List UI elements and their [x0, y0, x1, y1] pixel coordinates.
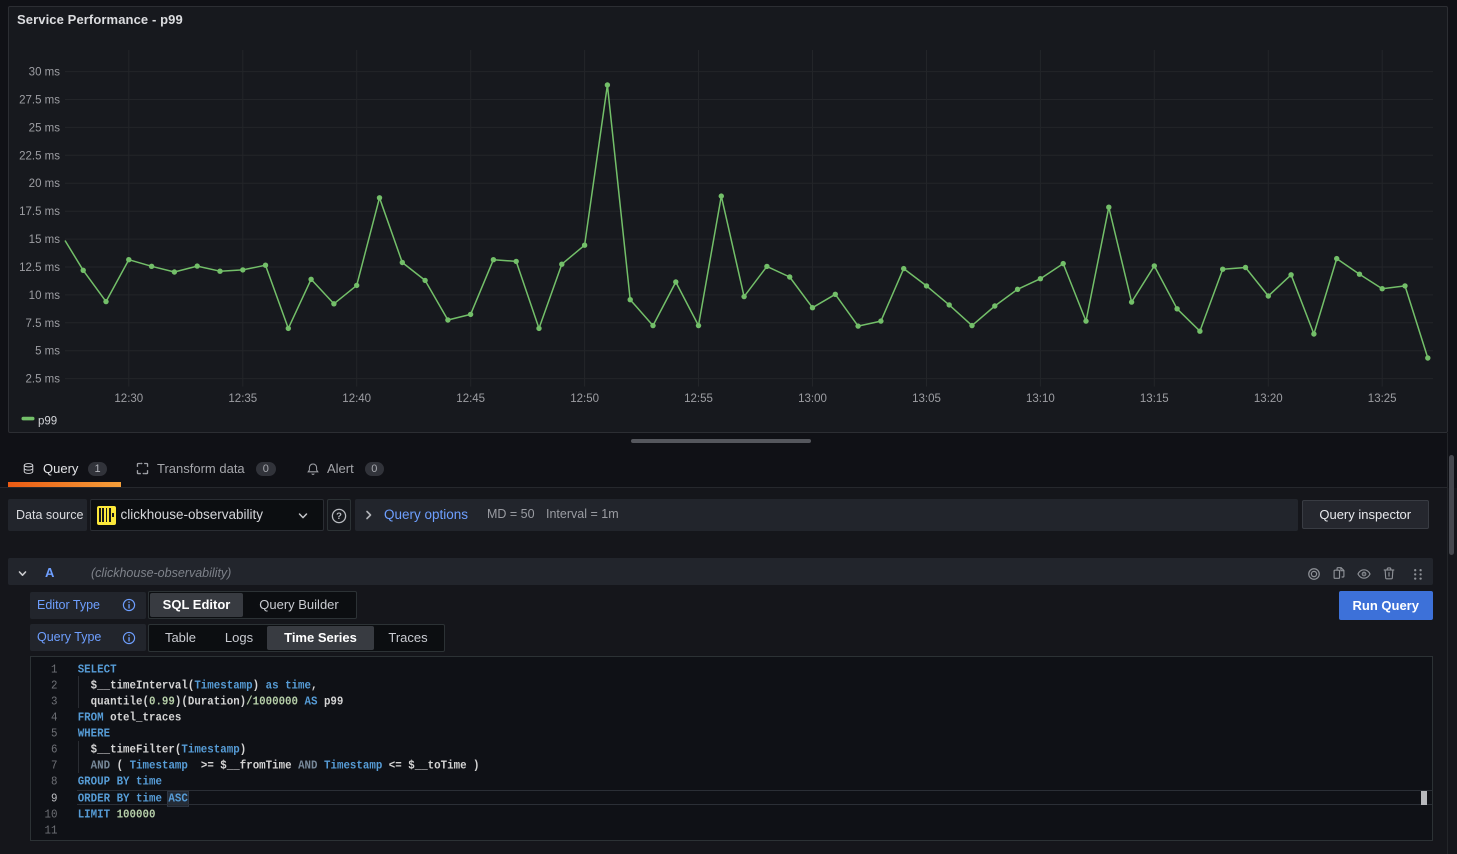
- svg-text:7.5 ms: 7.5 ms: [25, 318, 60, 330]
- svg-text:27.5 ms: 27.5 ms: [19, 95, 60, 107]
- svg-text:13:05: 13:05: [912, 393, 941, 405]
- svg-text:12:30: 12:30: [114, 393, 143, 405]
- svg-text:13:00: 13:00: [798, 393, 827, 405]
- svg-text:22.5 ms: 22.5 ms: [19, 150, 60, 162]
- svg-text:12:55: 12:55: [684, 393, 713, 405]
- svg-text:13:15: 13:15: [1140, 393, 1169, 405]
- svg-text:25 ms: 25 ms: [29, 122, 61, 134]
- svg-text:20 ms: 20 ms: [29, 178, 61, 190]
- svg-text:13:20: 13:20: [1254, 393, 1283, 405]
- svg-text:13:10: 13:10: [1026, 393, 1055, 405]
- svg-text:15 ms: 15 ms: [29, 234, 61, 246]
- svg-text:p99: p99: [38, 416, 57, 428]
- svg-text:2.5 ms: 2.5 ms: [25, 374, 60, 386]
- svg-text:12:50: 12:50: [570, 393, 599, 405]
- svg-text:10 ms: 10 ms: [29, 290, 61, 302]
- svg-text:?: ?: [336, 511, 342, 522]
- svg-text:5 ms: 5 ms: [35, 346, 60, 358]
- svg-text:12:40: 12:40: [342, 393, 371, 405]
- svg-text:12:35: 12:35: [228, 393, 257, 405]
- svg-text:12:45: 12:45: [456, 393, 485, 405]
- svg-text:17.5 ms: 17.5 ms: [19, 206, 60, 218]
- svg-text:13:25: 13:25: [1368, 393, 1397, 405]
- svg-text:12.5 ms: 12.5 ms: [19, 262, 60, 274]
- svg-text:30 ms: 30 ms: [29, 67, 61, 79]
